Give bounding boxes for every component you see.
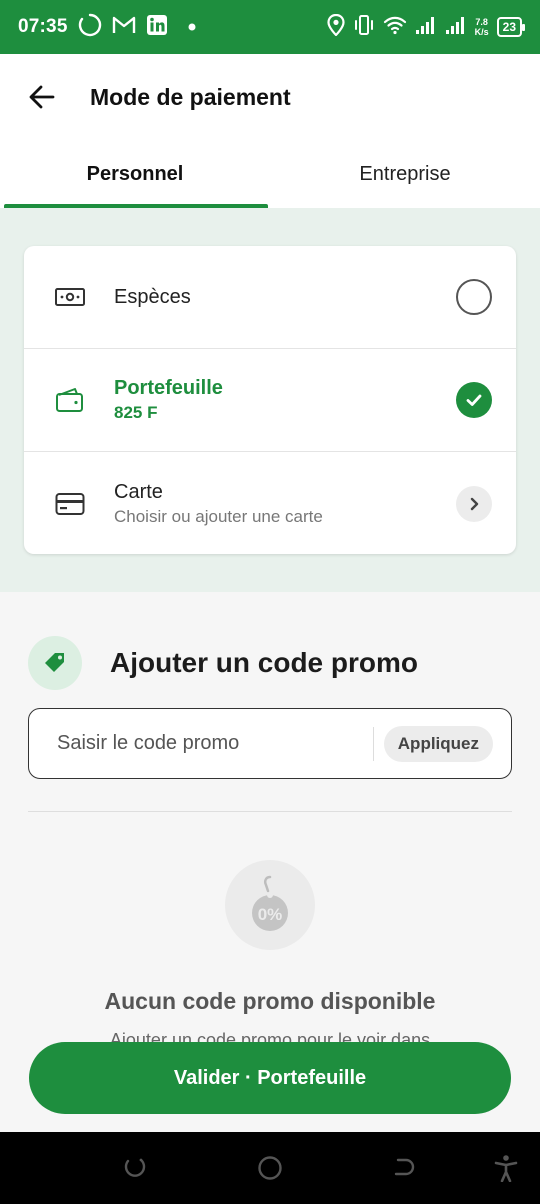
promo-title: Ajouter un code promo — [110, 647, 418, 678]
payment-option-sub: Choisir ou ajouter une carte — [114, 506, 323, 526]
system-nav-bar — [0, 1132, 540, 1204]
tab-entreprise[interactable]: Entreprise — [270, 140, 540, 208]
status-time: 07:35 — [18, 16, 68, 37]
app-header: Mode de paiement — [0, 54, 540, 140]
arrow-left-icon — [29, 85, 55, 109]
payment-option-label: Portefeuille — [114, 377, 223, 399]
vibrate-icon — [353, 14, 375, 41]
cash-icon — [50, 286, 90, 308]
chevron-right-icon[interactable] — [456, 485, 492, 522]
recent-apps-icon[interactable] — [121, 1154, 149, 1182]
battery-icon: 23 — [496, 17, 526, 37]
check-circle-icon[interactable] — [456, 382, 492, 418]
tag-icon — [28, 636, 82, 690]
home-icon[interactable] — [256, 1154, 284, 1182]
promo-header: Ajouter un code promo — [28, 636, 418, 690]
tab-personnel[interactable]: Personnel — [0, 140, 270, 208]
location-icon — [327, 13, 345, 41]
validate-button[interactable]: Valider · Portefeuille — [29, 1042, 511, 1114]
wallet-icon — [50, 386, 90, 414]
wifi-icon — [383, 15, 407, 40]
card-icon — [50, 492, 90, 516]
payment-option-label: Carte — [114, 480, 163, 503]
promo-divider — [372, 726, 374, 761]
promo-input-box: Appliquez — [28, 708, 512, 779]
payment-option-especes[interactable]: Espèces — [24, 246, 516, 349]
payment-option-carte[interactable]: Carte Choisir ou ajouter une carte — [24, 452, 516, 554]
payment-option-portefeuille[interactable]: Portefeuille 825 F — [24, 349, 516, 452]
empty-promo-title: Aucun code promo disponible — [104, 988, 436, 1014]
loading-circle-icon — [78, 13, 102, 42]
gmail-icon — [112, 15, 136, 40]
battery-level: 23 — [502, 20, 516, 34]
radio-unchecked-icon[interactable] — [456, 279, 492, 315]
signal-icon-2 — [445, 15, 467, 40]
network-speed: 7.8 K/s — [475, 17, 489, 37]
linkedin-icon — [146, 14, 168, 41]
back-nav-icon[interactable] — [389, 1154, 417, 1182]
svg-text:0%: 0% — [258, 905, 283, 924]
signal-icon — [415, 15, 437, 40]
page-title: Mode de paiement — [90, 83, 291, 110]
network-speed-unit: K/s — [474, 27, 489, 37]
dot-icon — [188, 18, 196, 36]
apply-promo-button[interactable]: Appliquez — [383, 725, 493, 762]
payment-option-label: Espèces — [114, 285, 191, 308]
promo-code-input[interactable] — [29, 709, 373, 778]
network-speed-value: 7.8 — [475, 17, 488, 27]
discount-tag-icon: 0% — [225, 860, 315, 950]
status-bar: 07:35 7.8 K/s 23 — [0, 0, 540, 54]
section-divider — [28, 811, 512, 812]
tab-bar: Personnel Entreprise — [0, 140, 540, 208]
payment-methods-card: Espèces Portefeuille 825 F Carte Choisir… — [24, 246, 516, 554]
tab-personnel-label: Personnel — [86, 162, 184, 185]
back-button[interactable] — [12, 67, 72, 127]
wallet-balance: 825 F — [114, 403, 158, 422]
accessibility-icon[interactable] — [492, 1154, 520, 1182]
tab-entreprise-label: Entreprise — [359, 162, 451, 185]
